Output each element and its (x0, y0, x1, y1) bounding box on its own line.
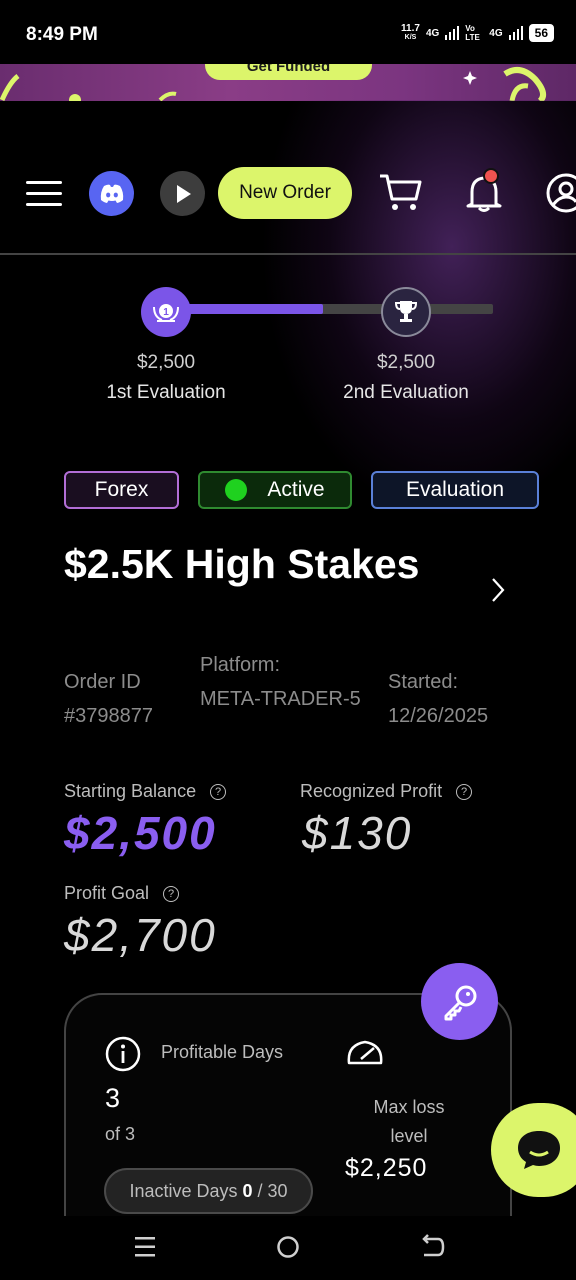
max-loss-value: $2,250 (345, 1154, 428, 1182)
home-icon[interactable] (276, 1234, 300, 1260)
promo-banner[interactable]: Get Funded (0, 64, 576, 101)
discord-icon (100, 184, 123, 203)
step1-node: 1 (141, 287, 191, 337)
inactive-days-total: / 30 (257, 1180, 288, 1201)
video-button[interactable] (160, 171, 205, 216)
starting-balance-label: Starting Balance (64, 781, 197, 801)
order-id-value: #3798877 (64, 705, 153, 727)
active-status-badge: Active (198, 471, 352, 509)
menu-icon[interactable] (26, 178, 64, 208)
svg-text:1: 1 (163, 307, 169, 318)
recognized-profit-label: Recognized Profit (300, 781, 443, 801)
step2-amount: $2,500 (376, 352, 436, 373)
net-speed: 11.7 K/S (401, 23, 420, 42)
platform-block: Platform: META-TRADER-5 (200, 648, 375, 716)
play-icon (176, 184, 191, 203)
step2-node (381, 287, 431, 337)
order-id-label: Order ID (64, 671, 141, 693)
signal-icon (445, 26, 460, 40)
evaluation-badge: Evaluation (371, 471, 539, 509)
inactive-days-label: Inactive Days (129, 1180, 238, 1201)
key-icon (444, 985, 476, 1020)
badge-medal-icon: 1 (153, 304, 179, 322)
started-block: Started: 12/26/2025 (388, 665, 518, 733)
get-funded-button[interactable]: Get Funded (205, 64, 372, 80)
profitable-days-of: of 3 (105, 1124, 136, 1144)
signal-icon-2 (508, 26, 523, 40)
discord-button[interactable] (89, 171, 134, 216)
help-icon[interactable]: ? (163, 885, 180, 902)
chat-bubble-icon (518, 1131, 560, 1169)
profit-goal-label: Profit Goal (64, 883, 150, 903)
starting-balance-value: $2,500 (64, 807, 217, 859)
recognized-profit-value: $130 (302, 807, 413, 859)
active-status-label: Active (267, 478, 325, 501)
signal-4g-label-2: 4G (489, 27, 503, 39)
profit-goal-value: $2,700 (64, 909, 217, 961)
inactive-days-pill: Inactive Days 0 / 30 (104, 1168, 313, 1214)
app-header: New Order (0, 150, 576, 236)
step1-label: 1st Evaluation (106, 382, 226, 403)
info-icon (105, 1036, 141, 1072)
volte-label: Vo LTE (465, 24, 480, 42)
account-title: $2.5K High Stakes (64, 541, 420, 587)
step2-label: 2nd Evaluation (343, 382, 469, 403)
user-icon[interactable] (545, 172, 576, 214)
started-label: Started: (388, 671, 459, 693)
profit-goal-label-row: Profit Goal ? (64, 883, 180, 904)
help-icon[interactable]: ? (210, 783, 227, 800)
status-icons: 11.7 K/S 4G Vo LTE 4G 56 (401, 24, 554, 42)
cart-icon[interactable] (378, 172, 424, 212)
status-time: 8:49 PM (26, 24, 98, 45)
status-bar: 8:49 PM 11.7 K/S 4G Vo LTE 4G 56 (0, 0, 576, 64)
step1-amount: $2,500 (136, 352, 196, 373)
platform-label: Platform: (200, 654, 281, 676)
platform-value: META-TRADER-5 (200, 688, 361, 710)
signal-4g-label: 4G (425, 27, 440, 39)
live-chat-button[interactable] (491, 1103, 576, 1197)
recognized-profit-label-row: Recognized Profit ? (300, 781, 473, 802)
battery-icon: 56 (528, 24, 554, 42)
recent-apps-icon[interactable] (133, 1234, 157, 1260)
profitable-days-label: Profitable Days (161, 1042, 284, 1062)
trophy-icon (394, 301, 418, 322)
credentials-button[interactable] (421, 963, 498, 1040)
inactive-days-value: 0 (242, 1180, 253, 1201)
max-loss-label: Max loss level (373, 1097, 445, 1146)
order-id-block: Order ID #3798877 (64, 665, 194, 733)
header-divider (0, 253, 576, 255)
help-icon[interactable]: ? (456, 783, 473, 800)
active-dot-icon (225, 479, 248, 501)
profitable-days-value: 3 (105, 1083, 121, 1113)
forex-badge: Forex (64, 471, 179, 509)
back-icon[interactable] (420, 1234, 446, 1260)
starting-balance-label-row: Starting Balance ? (64, 781, 227, 802)
chevron-right-icon[interactable] (488, 576, 508, 604)
notification-dot (483, 168, 499, 184)
new-order-button[interactable]: New Order (218, 167, 352, 219)
speedometer-icon (347, 1040, 383, 1065)
started-value: 12/26/2025 (388, 705, 489, 727)
system-nav-bar (0, 1216, 576, 1280)
